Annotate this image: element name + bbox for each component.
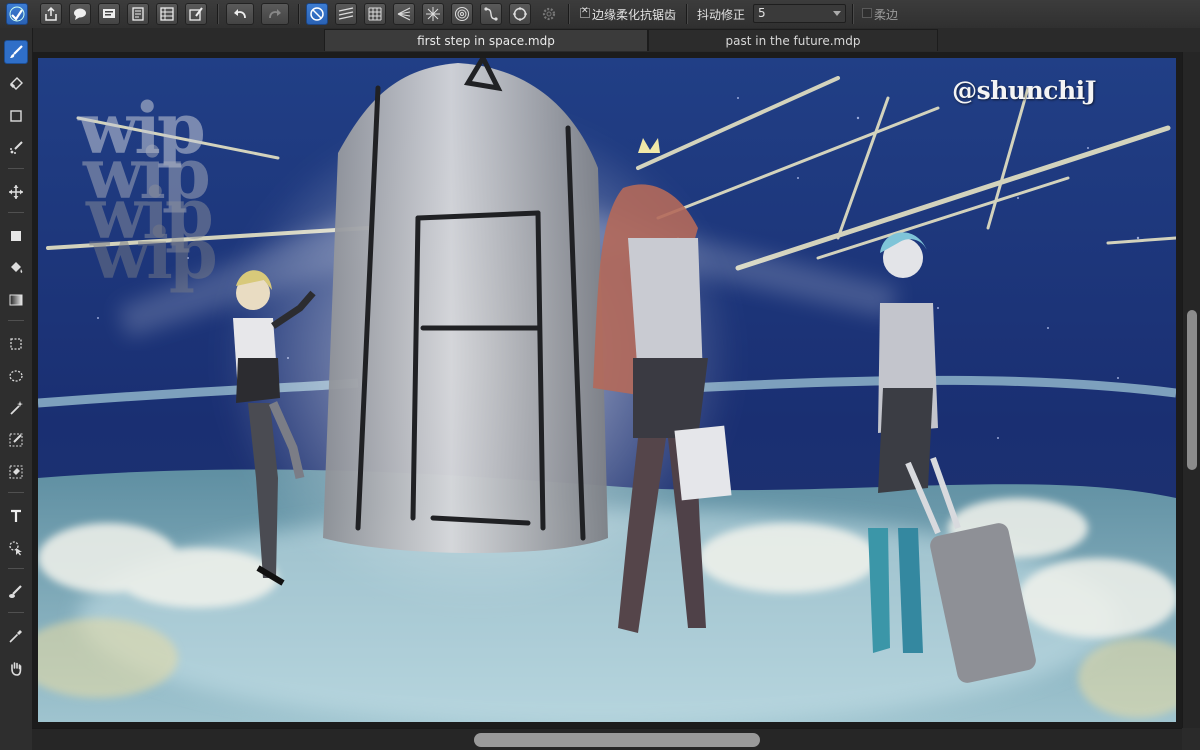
select-eraser-icon[interactable] xyxy=(4,460,28,484)
horizontal-scroll-thumb[interactable] xyxy=(474,733,760,747)
curve-ruler-icon[interactable] xyxy=(480,3,502,25)
operation-icon[interactable] xyxy=(4,536,28,560)
horizontal-scrollbar[interactable] xyxy=(32,728,1182,750)
scroll-corner xyxy=(1182,728,1200,750)
soft-edge-label: 柔边 xyxy=(874,8,899,22)
app-logo-icon[interactable] xyxy=(6,3,28,25)
tool-panel xyxy=(0,28,33,750)
tab-label: first step in space.mdp xyxy=(417,34,555,48)
edit-icon[interactable] xyxy=(185,3,207,25)
vertical-scroll-thumb[interactable] xyxy=(1187,310,1197,470)
parallel-ruler-icon[interactable] xyxy=(335,3,357,25)
jitter-correction-select[interactable]: 5 xyxy=(753,4,846,23)
antialias-label: 边缘柔化抗锯齿 xyxy=(592,8,677,22)
concentric-ruler-icon[interactable] xyxy=(451,3,473,25)
panel-icon[interactable] xyxy=(98,3,120,25)
hand-icon[interactable] xyxy=(4,656,28,680)
brush-icon[interactable] xyxy=(4,40,28,64)
select-pen-icon[interactable] xyxy=(4,428,28,452)
radial-ruler-icon[interactable] xyxy=(422,3,444,25)
gradient-icon[interactable] xyxy=(4,288,28,312)
ellipse-ruler-icon[interactable] xyxy=(509,3,531,25)
redo-icon[interactable] xyxy=(261,3,289,25)
layers-icon[interactable] xyxy=(156,3,178,25)
top-toolbar: 边缘柔化抗锯齿 抖动修正 5 柔边 xyxy=(0,0,1200,29)
comment-icon[interactable] xyxy=(69,3,91,25)
canvas-area[interactable]: wip wip wip wip @shunchiJ xyxy=(32,52,1182,728)
tab-label: past in the future.mdp xyxy=(725,34,861,48)
chevron-down-icon xyxy=(833,11,841,16)
export-icon[interactable] xyxy=(40,3,62,25)
eyedropper-icon[interactable] xyxy=(4,624,28,648)
undo-icon[interactable] xyxy=(226,3,254,25)
jitter-label: 抖动修正 xyxy=(697,8,746,22)
blur-icon[interactable] xyxy=(4,580,28,604)
soft-edge-checkbox[interactable] xyxy=(862,8,872,18)
document-tab-bar: first step in space.mdp past in the futu… xyxy=(32,28,1200,52)
eraser-icon[interactable] xyxy=(4,72,28,96)
dot-brush-icon[interactable] xyxy=(4,136,28,160)
antialias-checkbox[interactable] xyxy=(580,6,590,18)
magic-wand-icon[interactable] xyxy=(4,396,28,420)
artist-signature: @shunchiJ xyxy=(952,76,1096,105)
rect-select-icon[interactable] xyxy=(4,332,28,356)
fill-shape-icon[interactable] xyxy=(4,224,28,248)
move-icon[interactable] xyxy=(4,180,28,204)
document-icon[interactable] xyxy=(127,3,149,25)
jitter-value: 5 xyxy=(758,6,766,20)
text-icon[interactable] xyxy=(4,504,28,528)
wip-mark: wip xyxy=(89,212,216,295)
paint-app-window: 边缘柔化抗锯齿 抖动修正 5 柔边 first step in space.md… xyxy=(0,0,1200,750)
bucket-icon[interactable] xyxy=(4,256,28,280)
ruler-settings-icon[interactable] xyxy=(538,3,560,25)
rectangle-icon[interactable] xyxy=(4,104,28,128)
tab-past-in-the-future[interactable]: past in the future.mdp xyxy=(648,29,938,51)
grid-ruler-icon[interactable] xyxy=(364,3,386,25)
ruler-off-icon[interactable] xyxy=(306,3,328,25)
perspective-ruler-icon[interactable] xyxy=(393,3,415,25)
artwork-canvas[interactable]: wip wip wip wip xyxy=(38,58,1176,722)
vertical-scrollbar[interactable] xyxy=(1182,52,1200,728)
tab-first-step-in-space[interactable]: first step in space.mdp xyxy=(324,29,648,51)
lasso-select-icon[interactable] xyxy=(4,364,28,388)
